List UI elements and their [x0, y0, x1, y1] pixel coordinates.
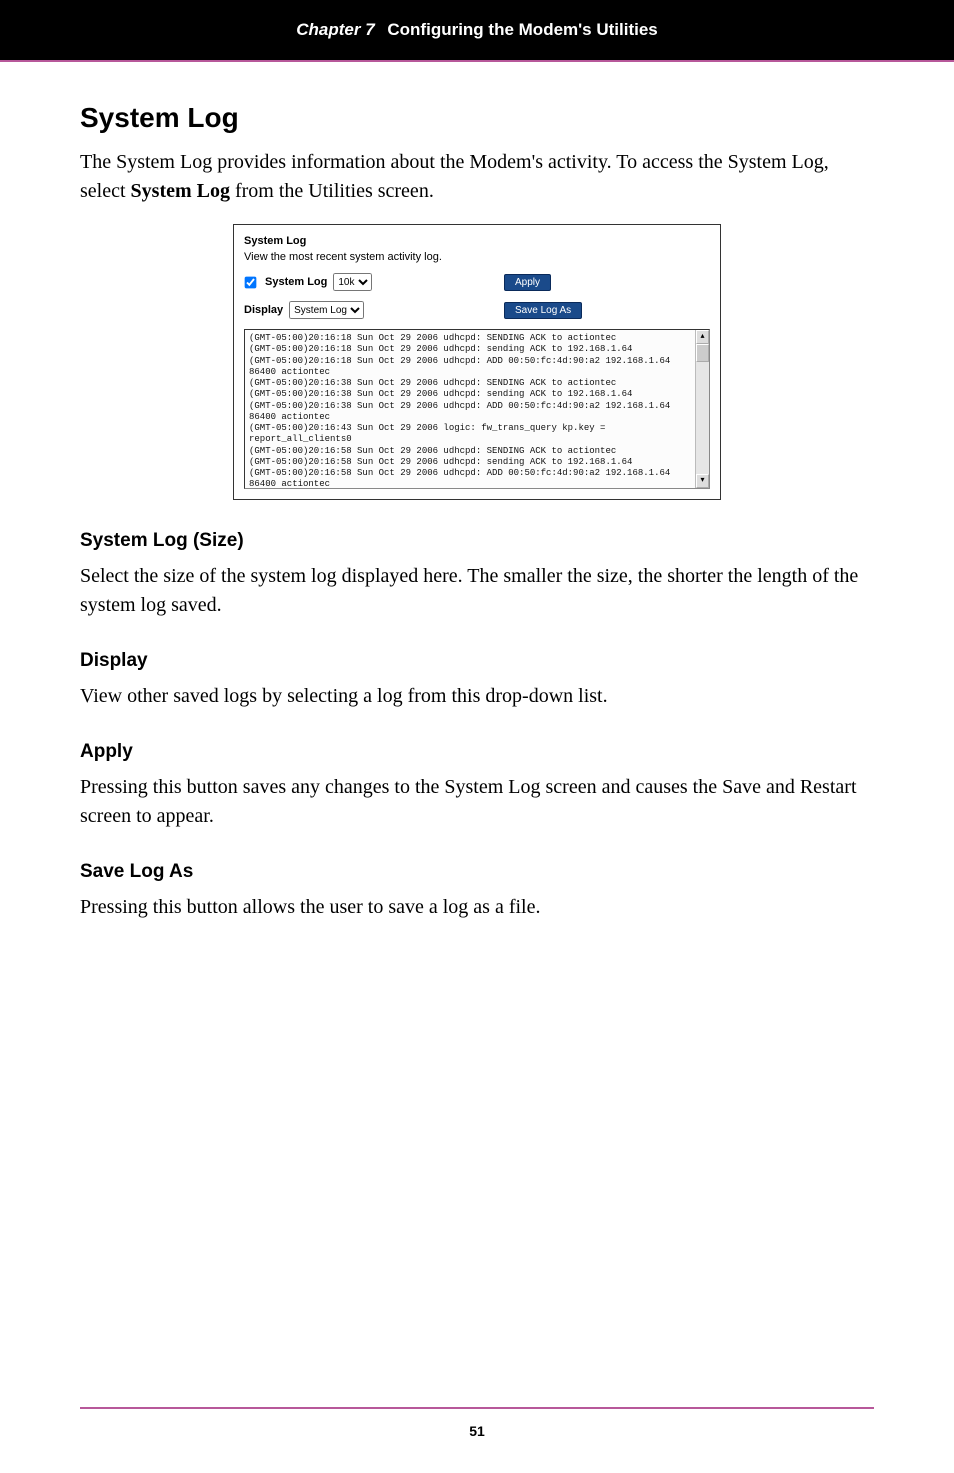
scrollbar[interactable]: ▴ ▾: [695, 330, 709, 488]
sub-apply-body: Pressing this button saves any changes t…: [80, 773, 874, 831]
save-log-button[interactable]: Save Log As: [504, 302, 582, 319]
scroll-down-icon[interactable]: ▾: [696, 474, 709, 488]
display-select[interactable]: System Log: [289, 301, 364, 319]
intro-bold: System Log: [131, 180, 230, 202]
intro-paragraph: The System Log provides information abou…: [80, 148, 874, 206]
panel-desc: View the most recent system activity log…: [244, 251, 710, 263]
log-textarea[interactable]: (GMT-05:00)20:16:18 Sun Oct 29 2006 udhc…: [244, 329, 710, 489]
sub-display-heading: Display: [80, 650, 874, 672]
sub-size-heading: System Log (Size): [80, 530, 874, 552]
sub-save-heading: Save Log As: [80, 861, 874, 883]
scroll-up-icon[interactable]: ▴: [696, 330, 709, 344]
chapter-label: Chapter 7: [296, 20, 374, 39]
sub-apply-heading: Apply: [80, 741, 874, 763]
footer-divider: [80, 1407, 874, 1409]
apply-button[interactable]: Apply: [504, 274, 551, 291]
sub-save-body: Pressing this button allows the user to …: [80, 893, 874, 922]
log-content: (GMT-05:00)20:16:18 Sun Oct 29 2006 udhc…: [245, 330, 709, 489]
system-log-checkbox[interactable]: [245, 276, 257, 288]
sub-display-body: View other saved logs by selecting a log…: [80, 682, 874, 711]
section-heading: System Log: [80, 102, 874, 134]
chapter-title: Configuring the Modem's Utilities: [387, 20, 657, 39]
sub-size-body: Select the size of the system log displa…: [80, 562, 874, 620]
display-label: Display: [244, 304, 283, 316]
intro-text-b: from the Utilities screen.: [230, 180, 434, 202]
chapter-header: Chapter 7 Configuring the Modem's Utilit…: [0, 0, 954, 60]
page-number: 51: [0, 1423, 954, 1439]
system-log-label: System Log: [265, 276, 327, 288]
scroll-thumb[interactable]: [696, 344, 709, 362]
log-size-select[interactable]: 10k: [333, 273, 372, 291]
system-log-panel: System Log View the most recent system a…: [233, 224, 721, 500]
panel-title: System Log: [244, 235, 710, 247]
